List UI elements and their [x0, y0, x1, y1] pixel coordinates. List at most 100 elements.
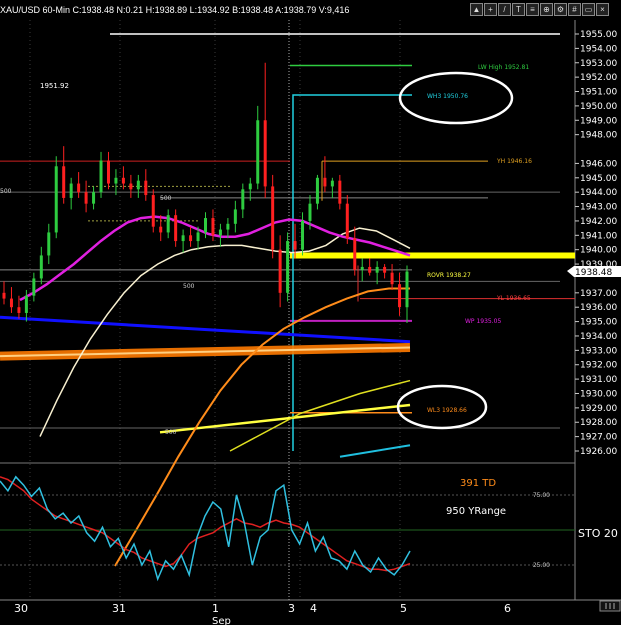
candle-body: [405, 271, 409, 308]
candle-body: [330, 180, 334, 187]
candle-body: [204, 218, 207, 233]
candle-body: [2, 292, 6, 299]
stoch-25-label: 25.00: [533, 562, 550, 569]
price-tick-label: 1944.00: [580, 188, 617, 198]
candle-body: [323, 177, 327, 187]
price-tick-label: 1937.00: [580, 289, 617, 299]
price-tick-label: 1946.00: [580, 159, 617, 169]
price-tick-label: 1942.00: [580, 217, 617, 227]
wp-label: WP 1935.05: [465, 318, 501, 325]
candle-body: [151, 195, 155, 227]
price-tick-label: 1930.00: [580, 389, 617, 399]
rovr-label: ROVR 1938.27: [427, 272, 471, 279]
candle-body: [293, 241, 297, 250]
candle-body: [106, 160, 110, 184]
candle-body: [69, 183, 73, 198]
price-tick-label: 1943.00: [580, 203, 617, 213]
level-500-d: 500: [165, 429, 177, 436]
candle-body: [84, 192, 88, 204]
candle-body: [375, 266, 379, 273]
candle-body: [278, 249, 282, 293]
candle-body: [226, 223, 230, 230]
candle-body: [9, 298, 13, 308]
price-tick-label: 1953.00: [580, 59, 617, 69]
candle-body: [345, 203, 349, 239]
price-tick-label: 1934.00: [580, 332, 617, 342]
candle-body: [211, 218, 215, 236]
candle-body: [47, 232, 51, 256]
candle-body: [99, 160, 103, 193]
candle-body: [121, 177, 125, 184]
candle-body: [39, 255, 43, 279]
wl3-label: WL3 1928.66: [427, 407, 467, 414]
candle-body: [338, 180, 342, 204]
price-tick-label: 1936.00: [580, 303, 617, 313]
candle-body: [315, 177, 319, 204]
candle-body: [368, 266, 372, 273]
price-tick-label: 1955.00: [580, 30, 617, 40]
time-label-3: 3: [288, 602, 295, 615]
candle-body: [92, 192, 96, 204]
candle-body: [136, 180, 140, 190]
yrange-stat: 950 YRange: [446, 506, 506, 517]
price-tick-label: 1941.00: [580, 231, 617, 241]
price-tick-label: 1949.00: [580, 116, 617, 126]
price-tick-label: 1927.00: [580, 433, 617, 443]
td-stat: 391 TD: [460, 478, 496, 489]
candle-body: [301, 220, 305, 250]
price-tick-label: 1950.00: [580, 102, 617, 112]
price-tick-label: 1948.00: [580, 131, 617, 141]
current-price-label: 1938.48: [575, 268, 612, 278]
candle-body: [166, 215, 170, 233]
stoch-label: STO 20: [578, 527, 618, 540]
candle-body: [263, 120, 267, 187]
candle-body: [233, 209, 237, 224]
price-tick-label: 1935.00: [580, 318, 617, 328]
wh3-label: WH3 1950.76: [427, 93, 468, 100]
candle-body: [196, 232, 200, 242]
price-tick-label: 1940.00: [580, 246, 617, 256]
stoch-75-label: 75.00: [533, 492, 550, 499]
price-chart[interactable]: 1951.92 LW High 1952.81 WH3 1950.76 YH 1…: [0, 0, 621, 625]
candle-body: [218, 229, 222, 236]
current-price-flag: 1938.48: [567, 266, 621, 278]
month-label: Sep: [212, 616, 231, 625]
candle-body: [54, 166, 58, 233]
lw-high-label: LW High 1952.81: [478, 64, 529, 71]
price-tick-label: 1952.00: [580, 73, 617, 83]
candle-body: [32, 278, 36, 296]
candle-body: [159, 226, 163, 233]
time-label-31: 31: [112, 602, 126, 615]
price-tick-label: 1928.00: [580, 418, 617, 428]
candle-body: [256, 120, 260, 184]
candle-body: [286, 241, 290, 293]
time-label-6: 6: [504, 602, 511, 615]
candle-body: [62, 166, 66, 198]
level-500-c: 500: [183, 283, 195, 290]
candle-body: [241, 189, 245, 210]
candle-body: [248, 183, 252, 190]
candle-body: [398, 284, 402, 308]
candle-body: [383, 266, 387, 273]
time-label-4: 4: [310, 602, 317, 615]
level-500-b: 500: [160, 195, 172, 202]
candle-body: [77, 183, 81, 193]
time-label-30: 30: [14, 602, 28, 615]
candle-body: [129, 183, 133, 190]
price-tick-label: 1933.00: [580, 346, 617, 356]
price-tick-label: 1932.00: [580, 361, 617, 371]
level-500-a: 500: [0, 188, 12, 195]
candle-body: [144, 180, 148, 196]
price-tick-label: 1945.00: [580, 174, 617, 184]
candle-body: [360, 266, 364, 270]
candle-body: [24, 295, 28, 313]
yl-label: YL 1936.65: [496, 295, 531, 302]
candle-body: [271, 186, 275, 250]
yh-label: YH 1946.16: [496, 158, 532, 165]
candle-body: [114, 177, 118, 184]
candle-body: [17, 307, 21, 313]
time-label-1: 1: [212, 602, 219, 615]
price-tick-label: 1929.00: [580, 404, 617, 414]
price-1951-label: 1951.92: [40, 82, 69, 90]
candle-body: [181, 235, 185, 242]
